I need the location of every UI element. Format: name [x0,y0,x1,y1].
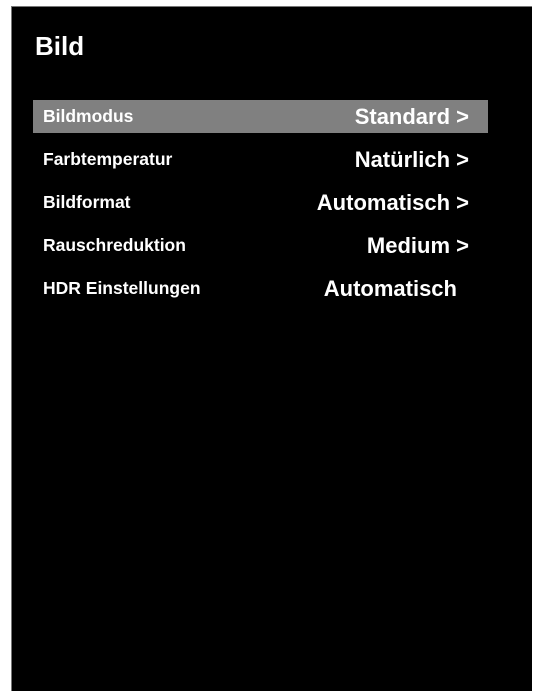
menu-item-label: Farbtemperatur [43,149,173,169]
menu-item-label: HDR Einstellungen [43,278,201,298]
picture-settings-menu: Bildmodus Standard > Farbtemperatur Natü… [33,100,488,315]
menu-item-value: Automatisch > [316,190,469,215]
page-title: Bild [35,31,85,61]
menu-item-label: Bildmodus [43,106,134,126]
menu-item-rauschreduktion[interactable]: Rauschreduktion Medium > [33,229,488,262]
menu-item-value: Automatisch [323,276,457,301]
menu-item-label: Rauschreduktion [43,235,186,255]
menu-item-farbtemperatur[interactable]: Farbtemperatur Natürlich > [33,143,488,176]
menu-item-value: Medium > [366,233,469,258]
menu-item-bildformat[interactable]: Bildformat Automatisch > [33,186,488,219]
menu-item-label: Bildformat [43,192,131,212]
menu-item-value: Natürlich > [354,147,469,172]
tv-settings-screen: Bild Bildmodus Standard > Farbtemperatur… [11,6,532,691]
menu-item-bildmodus[interactable]: Bildmodus Standard > [33,100,488,133]
menu-item-hdr-einstellungen[interactable]: HDR Einstellungen Automatisch [33,272,488,305]
menu-item-value: Standard > [354,104,469,129]
